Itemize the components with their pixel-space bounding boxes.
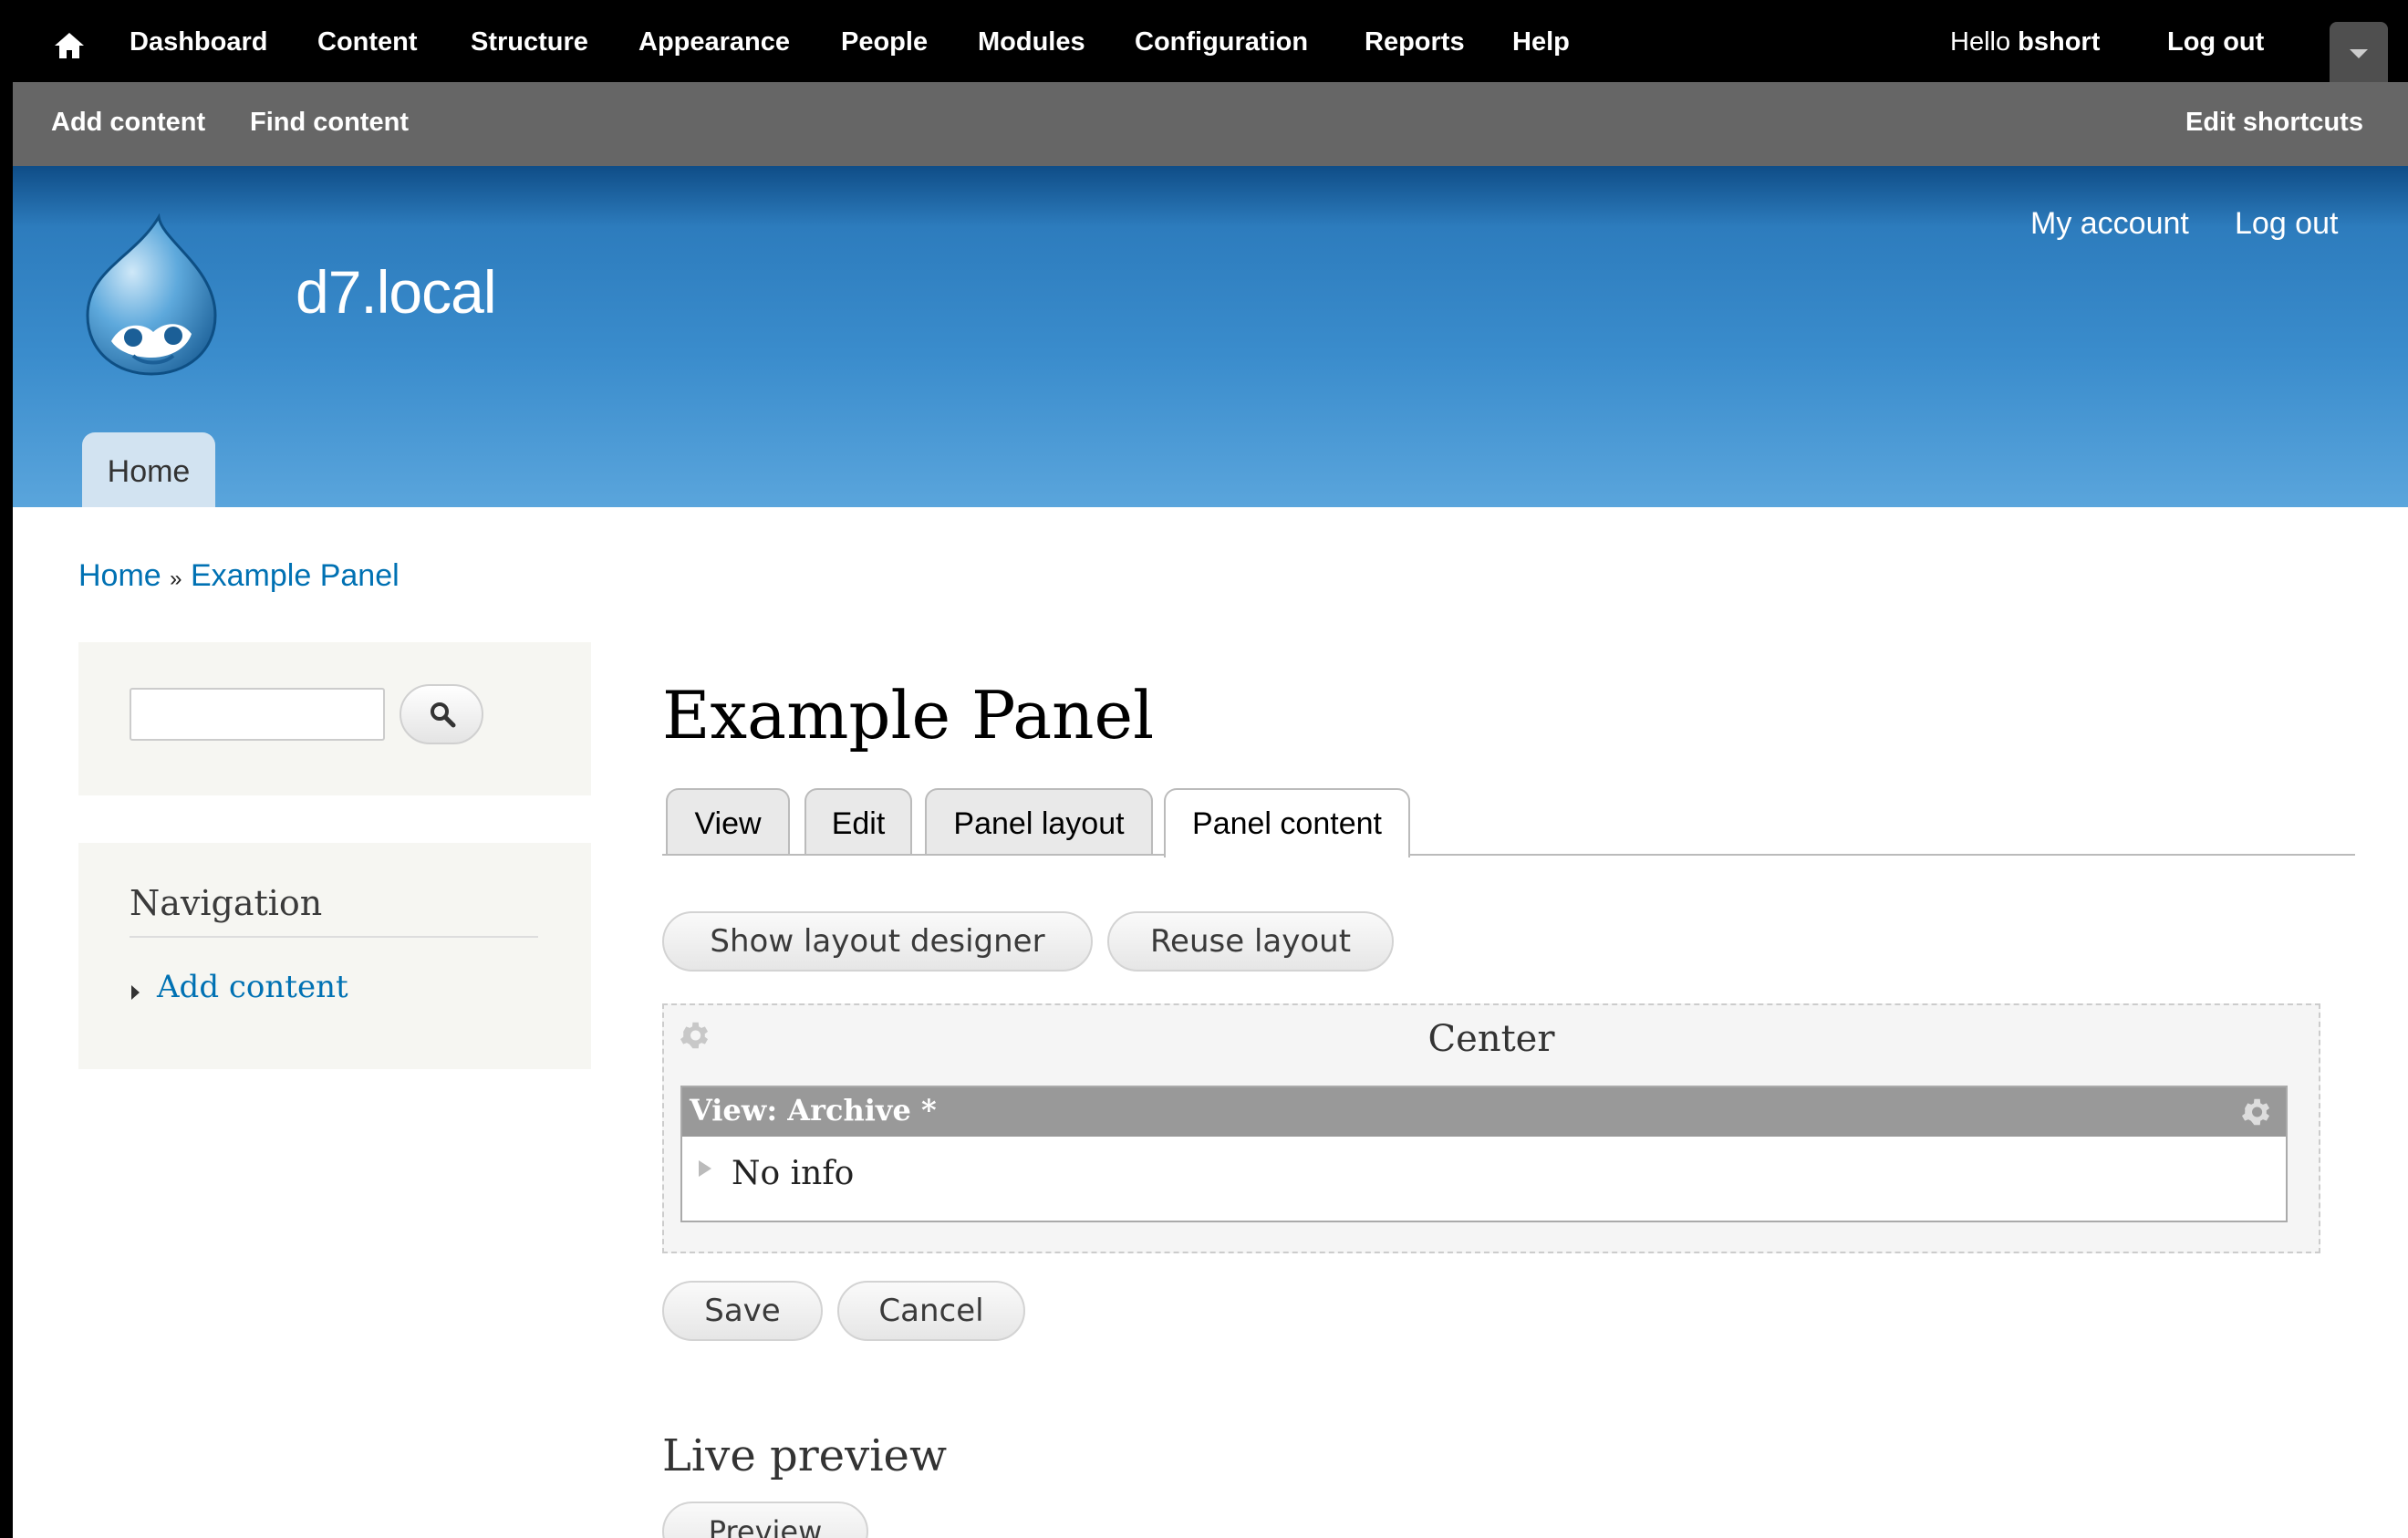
cancel-button[interactable]: Cancel	[837, 1281, 1025, 1341]
breadcrumb-separator: »	[170, 566, 182, 591]
toolbar-item-configuration[interactable]: Configuration	[1135, 27, 1308, 57]
gear-icon[interactable]	[2238, 1095, 2273, 1129]
toolbar-item-appearance[interactable]: Appearance	[638, 27, 790, 57]
toolbar-greeting: Hello bshort	[1950, 27, 2100, 57]
home-icon[interactable]	[53, 31, 86, 60]
edit-shortcuts-link[interactable]: Edit shortcuts	[2185, 108, 2363, 138]
drupal-logo[interactable]	[78, 213, 224, 378]
navigation-divider	[130, 936, 538, 938]
toolbar-item-modules[interactable]: Modules	[978, 27, 1085, 57]
bullet-icon	[131, 985, 140, 1000]
page-title: Example Panel	[662, 677, 1155, 753]
browser-page: Dashboard Content Structure Appearance P…	[13, 11, 2408, 1538]
show-layout-designer-button[interactable]: Show layout designer	[662, 911, 1093, 972]
panel-pane: View: Archive * No info	[680, 1086, 2288, 1222]
toolbar-item-people[interactable]: People	[841, 27, 928, 57]
tab-view[interactable]: View	[666, 788, 790, 854]
pane-titlebar[interactable]: View: Archive *	[682, 1087, 2286, 1137]
search-input[interactable]	[130, 688, 385, 741]
search-block	[78, 642, 591, 795]
tab-panel-layout[interactable]: Panel layout	[925, 788, 1153, 854]
breadcrumb-home[interactable]: Home	[78, 558, 161, 593]
tab-edit[interactable]: Edit	[804, 788, 912, 854]
breadcrumb: Home » Example Panel	[78, 558, 400, 594]
preview-button[interactable]: Preview	[662, 1502, 868, 1538]
admin-toolbar: Dashboard Content Structure Appearance P…	[13, 11, 2408, 82]
save-button[interactable]: Save	[662, 1281, 823, 1341]
toolbar-item-help[interactable]: Help	[1512, 27, 1570, 57]
toolbar-item-reports[interactable]: Reports	[1365, 27, 1465, 57]
pane-title: View: Archive *	[690, 1093, 937, 1128]
shortcuts-bar: Add content Find content Edit shortcuts	[13, 82, 2408, 168]
toolbar-item-dashboard[interactable]: Dashboard	[130, 27, 267, 57]
reuse-layout-button[interactable]: Reuse layout	[1107, 911, 1394, 972]
panel-region-center: Center View: Archive * No info	[662, 1003, 2320, 1253]
tab-panel-content[interactable]: Panel content	[1164, 788, 1410, 857]
shortcut-find-content[interactable]: Find content	[250, 108, 409, 138]
greeting-text: Hello	[1950, 27, 2011, 57]
expand-arrow-icon[interactable]	[699, 1160, 711, 1177]
site-name[interactable]: d7.local	[296, 257, 496, 327]
nav-item-add-content[interactable]: Add content	[157, 969, 348, 1005]
toolbar-username[interactable]: bshort	[2018, 27, 2100, 57]
region-title: Center	[1427, 1018, 1555, 1060]
search-icon	[431, 702, 456, 728]
toolbar-item-structure[interactable]: Structure	[471, 27, 588, 57]
breadcrumb-current[interactable]: Example Panel	[191, 558, 400, 593]
site-header: d7.local My account Log out Home	[13, 166, 2408, 507]
main-menu-home-tab[interactable]: Home	[82, 432, 215, 507]
search-button[interactable]	[400, 684, 483, 744]
my-account-link[interactable]: My account	[2030, 206, 2189, 242]
shortcuts-drawer-toggle[interactable]	[2330, 22, 2388, 82]
shortcut-add-content[interactable]: Add content	[51, 108, 205, 138]
chevron-down-icon	[2350, 49, 2368, 58]
pane-info-text: No info	[732, 1155, 855, 1192]
tabs-divider	[662, 854, 2355, 856]
live-preview-title: Live preview	[662, 1430, 948, 1481]
toolbar-item-content[interactable]: Content	[317, 27, 418, 57]
header-logout-link[interactable]: Log out	[2235, 206, 2338, 242]
navigation-title: Navigation	[130, 883, 323, 923]
navigation-block: Navigation Add content	[78, 843, 591, 1069]
toolbar-logout[interactable]: Log out	[2167, 27, 2264, 57]
